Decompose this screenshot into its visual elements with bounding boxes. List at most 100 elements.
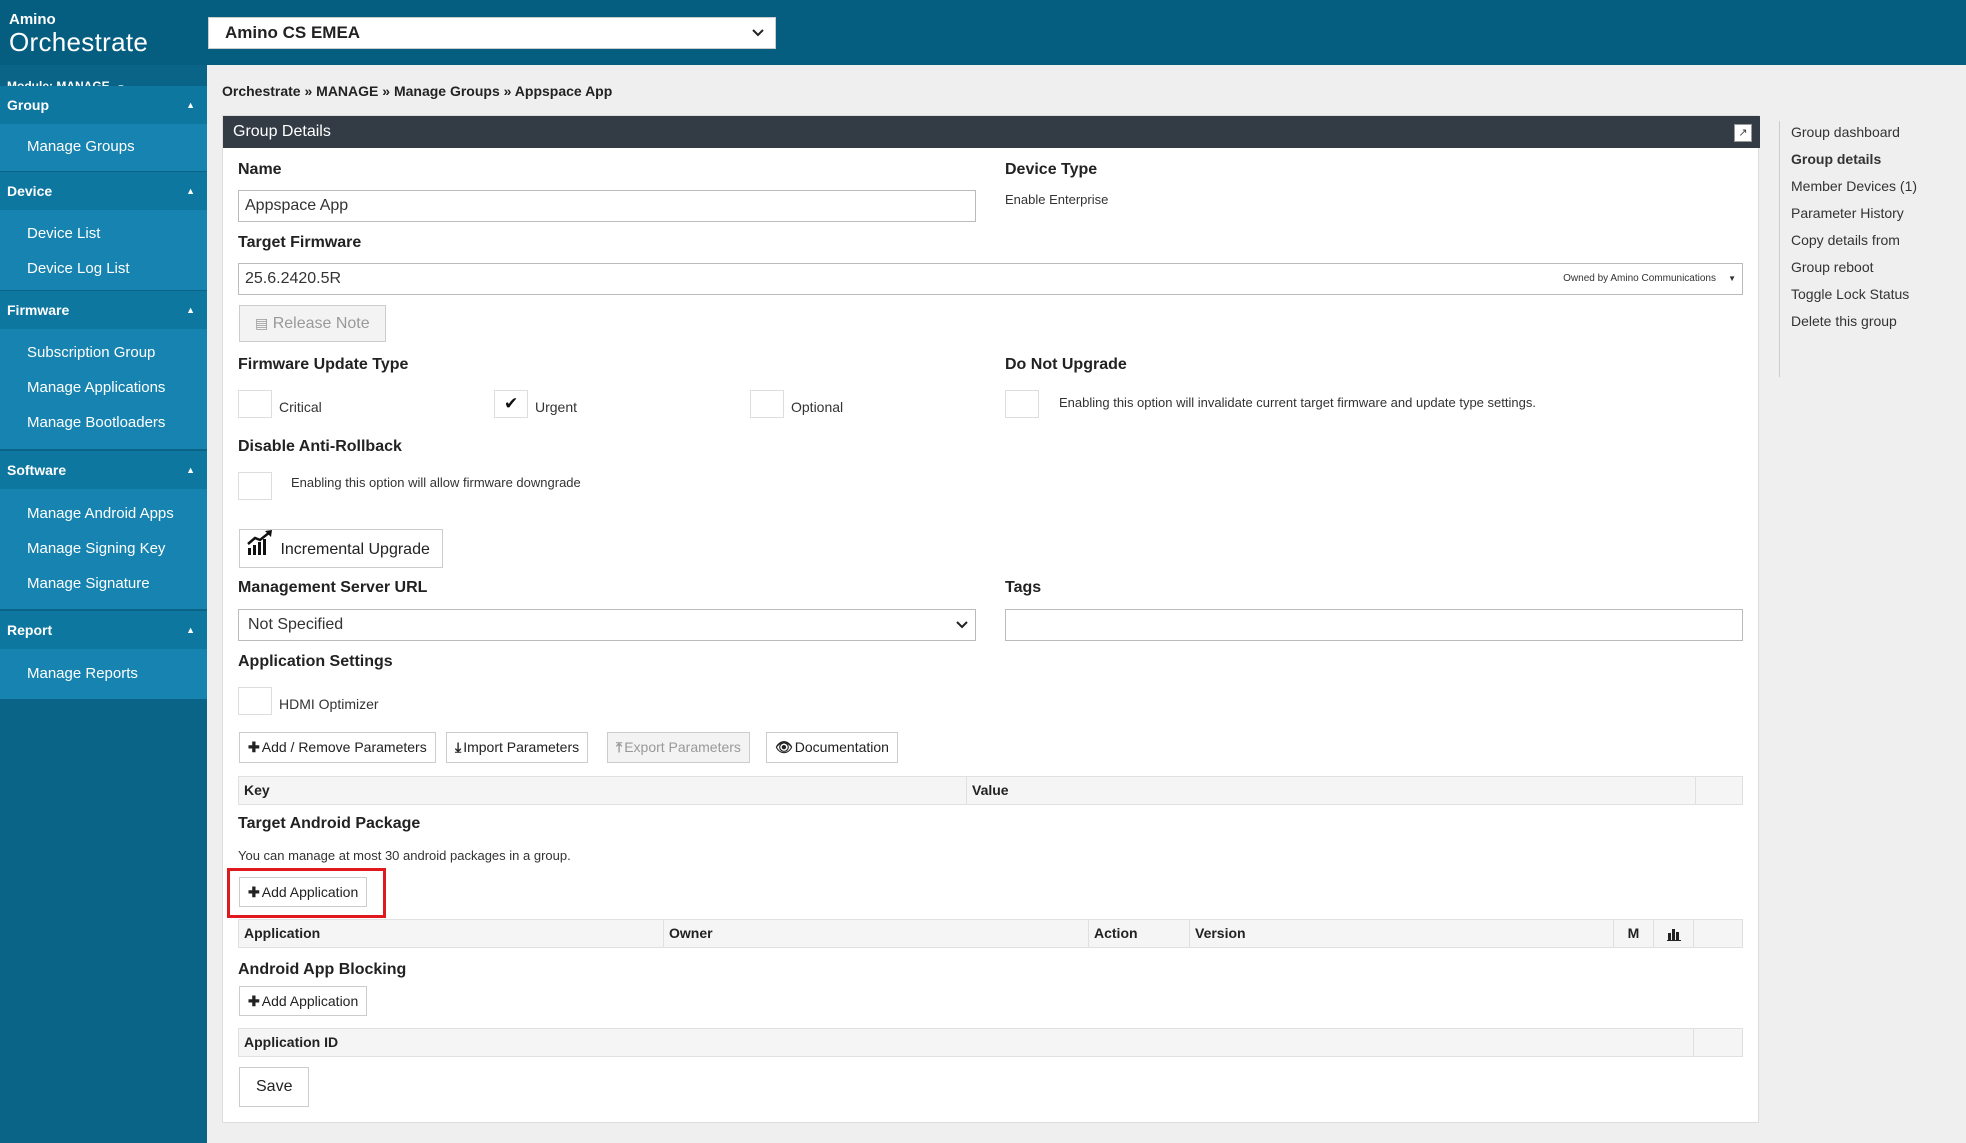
do-not-upgrade-text: Enabling this option will invalidate cur… <box>1059 395 1536 410</box>
add-blocked-application-label: Add Application <box>261 993 359 1009</box>
hdmi-optimizer-checkbox[interactable] <box>238 687 272 715</box>
incremental-upgrade-button[interactable]: Incremental Upgrade <box>239 529 443 568</box>
urgent-label: Urgent <box>535 399 578 415</box>
application-id-column-header[interactable]: Application ID <box>239 1029 1694 1056</box>
chart-trend-icon <box>246 530 274 570</box>
sidebar-section-device[interactable]: Device ▲ <box>0 172 207 210</box>
bar-chart-icon[interactable] <box>1654 920 1694 947</box>
organization-select[interactable]: Amino CS EMEA <box>208 17 776 49</box>
release-note-label: Release Note <box>272 315 370 332</box>
blocking-table-header: Application ID <box>238 1028 1743 1057</box>
caret-up-icon: ▲ <box>186 305 195 315</box>
firmware-owner-text: Owned by Amino Communications <box>1563 273 1716 284</box>
highlight-box <box>227 868 386 918</box>
chevron-down-icon <box>751 18 765 58</box>
target-firmware-select[interactable]: 25.6.2420.5R Owned by Amino Communicatio… <box>238 263 1743 295</box>
app-logo[interactable]: Amino Orchestrate <box>9 11 148 55</box>
plus-icon: ✚ <box>248 993 260 1009</box>
logo-big-text: Orchestrate <box>9 27 149 57</box>
caret-up-icon: ▲ <box>186 100 195 110</box>
save-button[interactable]: Save <box>239 1067 310 1107</box>
export-parameters-label: Export Parameters <box>624 739 741 755</box>
version-column-header[interactable]: Version <box>1190 920 1614 947</box>
rnav-copy-details-from[interactable]: Copy details from <box>1791 232 1900 248</box>
optional-checkbox[interactable] <box>750 390 784 418</box>
sidebar-section-label: Group <box>7 97 49 113</box>
do-not-upgrade-label: Do Not Upgrade <box>1005 356 1127 373</box>
caret-down-icon: ▼ <box>1728 274 1736 283</box>
name-label: Name <box>238 161 282 178</box>
sidebar-item-manage-signature[interactable]: Manage Signature <box>27 575 150 592</box>
export-parameters-button[interactable]: ⤒ Export Parameters <box>607 732 750 763</box>
import-icon: ⤓ <box>455 739 462 755</box>
device-type-label: Device Type <box>1005 161 1098 178</box>
add-remove-parameters-label: Add / Remove Parameters <box>261 739 427 755</box>
sidebar: Module: MANAGE ▼ Group ▲ Manage Groups D… <box>0 65 207 1143</box>
plus-icon: ✚ <box>248 739 260 755</box>
owner-column-header[interactable]: Owner <box>664 920 1089 947</box>
sidebar-device-items: Device List Device Log List <box>0 210 207 290</box>
sidebar-item-device-log-list[interactable]: Device Log List <box>27 260 130 277</box>
rnav-delete-group[interactable]: Delete this group <box>1791 313 1897 329</box>
group-details-panel: Group Details ↗ Name Appspace App Device… <box>222 115 1760 1123</box>
rnav-parameter-history[interactable]: Parameter History <box>1791 205 1904 221</box>
expand-icon[interactable]: ↗ <box>1734 124 1752 142</box>
top-bar: Amino Orchestrate Amino CS EMEA <box>0 0 1966 65</box>
key-column-header[interactable]: Key <box>239 777 967 804</box>
export-icon: ⤒ <box>616 739 623 755</box>
anti-rollback-text: Enabling this option will allow firmware… <box>291 475 581 490</box>
sidebar-firmware-items: Subscription Group Manage Applications M… <box>0 329 207 449</box>
import-parameters-button[interactable]: ⤓ Import Parameters <box>446 732 589 763</box>
sidebar-software-items: Manage Android Apps Manage Signing Key M… <box>0 489 207 609</box>
management-server-url-select[interactable]: Not Specified <box>238 609 976 641</box>
urgent-checkbox[interactable] <box>494 390 528 418</box>
sidebar-item-device-list[interactable]: Device List <box>27 225 100 242</box>
critical-checkbox[interactable] <box>238 390 272 418</box>
sidebar-item-manage-android-apps[interactable]: Manage Android Apps <box>27 505 174 522</box>
organization-select-value: Amino CS EMEA <box>225 23 361 42</box>
rnav-member-devices[interactable]: Member Devices (1) <box>1791 178 1917 194</box>
sidebar-item-manage-signing-key[interactable]: Manage Signing Key <box>27 540 165 557</box>
sidebar-section-software[interactable]: Software ▲ <box>0 451 207 489</box>
anti-rollback-label: Disable Anti-Rollback <box>238 438 402 455</box>
optional-label: Optional <box>791 399 844 415</box>
document-icon: ▤ <box>255 315 269 331</box>
anti-rollback-checkbox[interactable] <box>238 472 272 500</box>
value-column-header[interactable]: Value <box>967 777 1696 804</box>
sidebar-item-manage-applications[interactable]: Manage Applications <box>27 379 165 396</box>
sidebar-item-manage-groups[interactable]: Manage Groups <box>27 138 135 155</box>
rnav-group-reboot[interactable]: Group reboot <box>1791 259 1874 275</box>
target-android-package-label: Target Android Package <box>238 815 421 832</box>
documentation-label: Documentation <box>794 739 889 755</box>
sidebar-item-manage-bootloaders[interactable]: Manage Bootloaders <box>27 414 165 431</box>
sidebar-section-label: Firmware <box>7 302 70 318</box>
device-type-value: Enable Enterprise <box>1005 192 1109 207</box>
breadcrumb[interactable]: Orchestrate » MANAGE » Manage Groups » A… <box>222 83 612 99</box>
add-blocked-application-button[interactable]: ✚ Add Application <box>239 986 368 1016</box>
add-remove-parameters-button[interactable]: ✚ Add / Remove Parameters <box>239 732 436 763</box>
sidebar-section-report[interactable]: Report ▲ <box>0 611 207 649</box>
chevron-down-icon <box>955 610 969 651</box>
m-column-header[interactable]: M <box>1614 920 1654 947</box>
rnav-group-dashboard[interactable]: Group dashboard <box>1791 124 1900 140</box>
sidebar-section-label: Report <box>7 622 53 638</box>
rnav-toggle-lock-status[interactable]: Toggle Lock Status <box>1791 286 1909 302</box>
critical-label: Critical <box>279 399 322 415</box>
application-column-header[interactable]: Application <box>239 920 664 947</box>
sidebar-section-label: Device <box>7 183 53 199</box>
panel-title: Group Details <box>233 123 331 140</box>
sidebar-section-firmware[interactable]: Firmware ▲ <box>0 291 207 329</box>
tags-input[interactable] <box>1005 609 1743 641</box>
documentation-button[interactable]: 👁 Documentation <box>766 732 898 763</box>
applications-table-header: Application Owner Action Version M <box>238 919 1743 948</box>
release-note-button[interactable]: ▤ Release Note <box>239 305 386 342</box>
target-firmware-value: 25.6.2420.5R <box>245 270 342 287</box>
name-input[interactable]: Appspace App <box>238 190 976 222</box>
action-column-header[interactable]: Action <box>1089 920 1190 947</box>
do-not-upgrade-checkbox[interactable] <box>1005 390 1039 418</box>
sidebar-item-subscription-group[interactable]: Subscription Group <box>27 344 155 361</box>
sidebar-section-group[interactable]: Group ▲ <box>0 86 207 124</box>
rnav-group-details[interactable]: Group details <box>1791 151 1881 167</box>
management-server-url-value: Not Specified <box>248 616 344 633</box>
sidebar-item-manage-reports[interactable]: Manage Reports <box>27 665 138 682</box>
